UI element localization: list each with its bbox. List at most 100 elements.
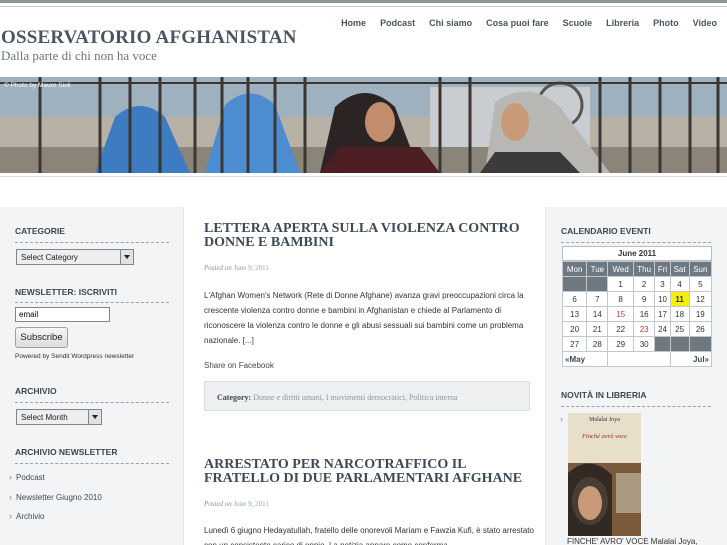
nav-libreria[interactable]: Libreria: [599, 18, 646, 28]
top-border: [0, 0, 727, 7]
calendar-day-header: Wed: [607, 261, 634, 277]
archive-link-podcast[interactable]: Podcast: [9, 472, 45, 482]
widget-divider: [15, 242, 169, 243]
calendar-day[interactable]: 15: [607, 306, 634, 322]
calendar-day[interactable]: 3: [654, 276, 671, 292]
calendar-day[interactable]: 13: [561, 306, 588, 322]
calendar-day[interactable]: 24: [654, 321, 671, 337]
book-cover-image[interactable]: Malalai Joya Finché avrò voce: [568, 413, 641, 536]
chevron-down-icon: [120, 250, 133, 264]
calendar-day[interactable]: 18: [669, 306, 690, 322]
libreria-title: NOVITÀ IN LIBRERIA: [561, 390, 647, 400]
calendar-day[interactable]: 1: [607, 276, 634, 292]
post-date[interactable]: June 9, 2011: [234, 264, 269, 272]
nav-cosa-puoi-fare[interactable]: Cosa puoi fare: [479, 18, 556, 28]
calendar-week: 27 28 29 30: [561, 336, 713, 352]
category-select-value: Select Category: [21, 253, 78, 262]
calendar-day[interactable]: 16: [632, 306, 656, 322]
chevron-down-icon: [88, 410, 101, 424]
calendar-empty-cell: [688, 336, 713, 352]
subscribe-button[interactable]: Subscribe: [15, 327, 68, 348]
site-tagline: Dalla parte di chi non ha voce: [1, 48, 157, 63]
archive-link-newsletter[interactable]: Newsletter Giugno 2010: [9, 492, 102, 502]
widget-divider: [561, 242, 711, 243]
newsletter-email-input[interactable]: [15, 307, 110, 322]
calendar-month: June 2011: [562, 246, 712, 261]
calendar-day[interactable]: 26: [688, 321, 713, 337]
banner-image: [0, 77, 727, 173]
calendar-day-header: Sun: [688, 261, 713, 277]
calendar-week: 12345: [561, 276, 713, 292]
nav-photo[interactable]: Photo: [646, 18, 686, 28]
events-calendar: June 2011 Mon Tue Wed Thu Fri Sat Sun 12…: [561, 246, 713, 367]
calendar-day[interactable]: 30: [632, 336, 656, 352]
calendar-day[interactable]: 21: [586, 321, 609, 337]
month-select[interactable]: Select Month: [16, 409, 102, 425]
archive-link-archivio[interactable]: Archivio: [9, 511, 45, 521]
calendar-empty-cell: [561, 276, 588, 292]
widget-divider: [561, 406, 711, 407]
book-caption[interactable]: FINCHE' AVRO' VOCE Malalai Joya,: [567, 537, 698, 545]
calendar-day[interactable]: 4: [669, 276, 690, 292]
calendar-day[interactable]: 27: [561, 336, 588, 352]
calendar-title: CALENDARIO EVENTI: [561, 226, 651, 236]
calendar-day-header: Mon: [561, 261, 588, 277]
calendar-empty-cell: [654, 336, 671, 352]
share-on-facebook-link[interactable]: Share on Facebook: [204, 361, 274, 370]
calendar-day[interactable]: 25: [669, 321, 690, 337]
category-select[interactable]: Select Category: [16, 249, 134, 265]
post-excerpt: L'Afghan Women's Network (Rete di Donne …: [204, 291, 524, 345]
post-meta-prefix: Posted on: [204, 264, 232, 272]
newsletter-powered-by[interactable]: Powered by Sendit Wordpress newsletter: [15, 353, 134, 360]
post-excerpt: Lunedì 6 giugno Hedayatullah, fratello d…: [204, 526, 534, 545]
calendar-day[interactable]: 14: [586, 306, 609, 322]
calendar-day[interactable]: 2: [632, 276, 656, 292]
widget-divider: [15, 302, 169, 303]
calendar-day[interactable]: 23: [632, 321, 656, 337]
nav-podcast[interactable]: Podcast: [373, 18, 422, 28]
calendar-next-month[interactable]: Jul»: [669, 351, 713, 367]
calendar-prev-month[interactable]: «May: [561, 351, 609, 367]
bullet-icon: ›: [560, 414, 563, 424]
nav-video[interactable]: Video: [686, 18, 724, 28]
nav-home[interactable]: Home: [334, 18, 373, 28]
calendar-day[interactable]: 9: [632, 291, 656, 307]
calendar-day[interactable]: 7: [586, 291, 609, 307]
widget-divider: [15, 402, 169, 403]
post-date[interactable]: June 9, 2011: [234, 500, 269, 508]
calendar-day[interactable]: 10: [654, 291, 671, 307]
post-meta-prefix: Posted on: [204, 500, 232, 508]
calendar-day-header: Fri: [654, 261, 671, 277]
month-select-value: Select Month: [21, 413, 68, 422]
post-meta: Posted on June 9, 2011: [204, 264, 269, 272]
post-title[interactable]: ARRESTATO PER NARCOTRAFFICO IL FRATELLO …: [204, 458, 534, 486]
calendar-day[interactable]: 17: [654, 306, 671, 322]
site-title[interactable]: OSSERVATORIO AFGHANISTAN: [1, 27, 297, 49]
post-category-box: Category: Donne e diritti umani, I movim…: [204, 381, 530, 411]
calendar-week: 20 21 22 23 24 25 26: [561, 321, 713, 337]
nav-scuole[interactable]: Scuole: [556, 18, 600, 28]
calendar-empty-cell: [586, 276, 609, 292]
calendar-day[interactable]: 5: [688, 276, 713, 292]
calendar-day[interactable]: 8: [607, 291, 634, 307]
archivio-title: ARCHIVIO: [15, 386, 57, 396]
calendar-day[interactable]: 19: [688, 306, 713, 322]
calendar-day[interactable]: 22: [607, 321, 634, 337]
archivio-newsletter-title: ARCHIVIO NEWSLETTER: [15, 447, 118, 457]
calendar-day[interactable]: 29: [607, 336, 634, 352]
calendar-day[interactable]: 11: [669, 291, 690, 307]
widget-divider: [15, 463, 169, 464]
calendar-day[interactable]: 28: [586, 336, 609, 352]
calendar-day[interactable]: 20: [561, 321, 588, 337]
calendar-week: 13 14 15 16 17 18 19: [561, 306, 713, 322]
calendar-day[interactable]: 6: [561, 291, 588, 307]
nav-chi-siamo[interactable]: Chi siamo: [422, 18, 479, 28]
calendar-day-header: Thu: [632, 261, 656, 277]
calendar-day[interactable]: 12: [688, 291, 713, 307]
calendar-week: 6 7 8 9 10 11 12: [561, 291, 713, 307]
category-links[interactable]: Donne e diritti umani, I movimenti democ…: [253, 393, 457, 402]
categorie-title: CATEGORIE: [15, 226, 65, 236]
post-title[interactable]: LETTERA APERTA SULLA VIOLENZA CONTRO DON…: [204, 222, 534, 250]
banner-divider: [0, 176, 727, 177]
calendar-day-header: Tue: [586, 261, 609, 277]
